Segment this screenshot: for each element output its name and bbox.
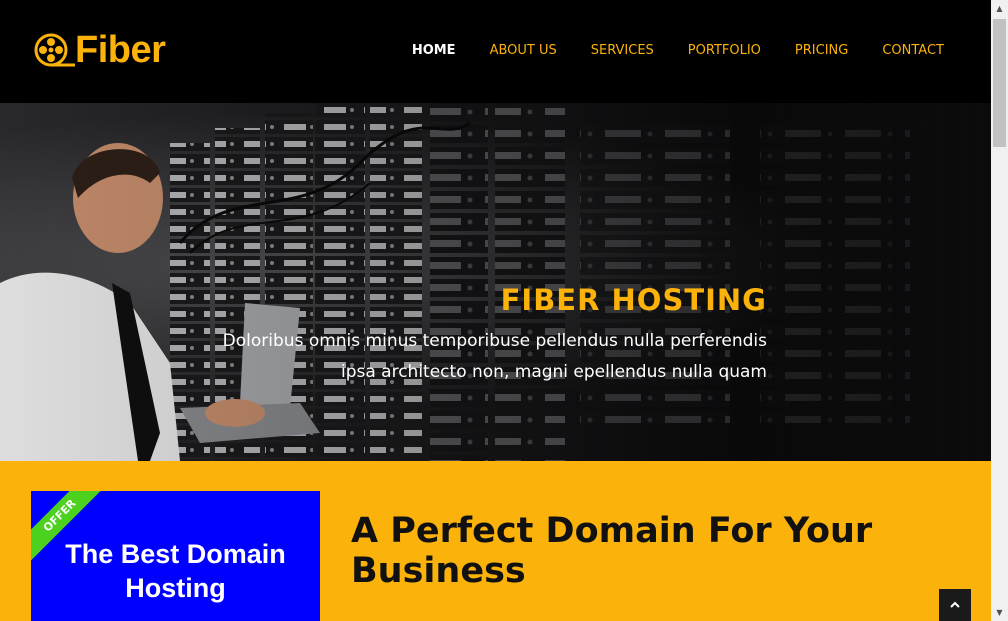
- hero-image: [0, 103, 991, 461]
- scroll-thumb[interactable]: [993, 19, 1006, 147]
- hero-title: FIBER HOSTING: [500, 283, 767, 317]
- nav-portfolio[interactable]: PORTFOLIO: [688, 43, 761, 59]
- main-nav: HOME ABOUT US SERVICES PORTFOLIO PRICING…: [378, 43, 944, 59]
- logo[interactable]: Fiber: [33, 28, 166, 72]
- promo-heading: A Perfect Domain For Your Business: [351, 511, 873, 591]
- film-reel-icon: [34, 33, 75, 67]
- scroll-down-arrow-icon[interactable]: ▼: [991, 604, 1008, 621]
- offer-title: The Best Domain Hosting: [65, 539, 286, 603]
- page-scrollbar[interactable]: ▲ ▼: [991, 0, 1008, 621]
- back-to-top-button[interactable]: [939, 589, 971, 621]
- nav-contact[interactable]: CONTACT: [882, 43, 944, 59]
- hero-text: Doloribus omnis minus temporibuse pellen…: [222, 331, 767, 382]
- nav-about-us[interactable]: ABOUT US: [490, 43, 557, 59]
- promo-section: OFFER The Best Domain Hosting A Perfect …: [0, 461, 991, 621]
- chevron-up-icon: [950, 601, 960, 608]
- offer-banner[interactable]: OFFER The Best Domain Hosting: [31, 491, 320, 621]
- nav-pricing[interactable]: PRICING: [795, 43, 848, 59]
- nav-home[interactable]: HOME: [412, 43, 456, 59]
- site-header: Fiber HOME ABOUT US SERVICES PORTFOLIO P…: [0, 0, 991, 103]
- scroll-up-arrow-icon[interactable]: ▲: [991, 0, 1008, 17]
- nav-services[interactable]: SERVICES: [591, 43, 654, 59]
- logo-text: Fiber: [75, 29, 166, 71]
- hero-banner: FIBER HOSTING Doloribus omnis minus temp…: [0, 103, 991, 461]
